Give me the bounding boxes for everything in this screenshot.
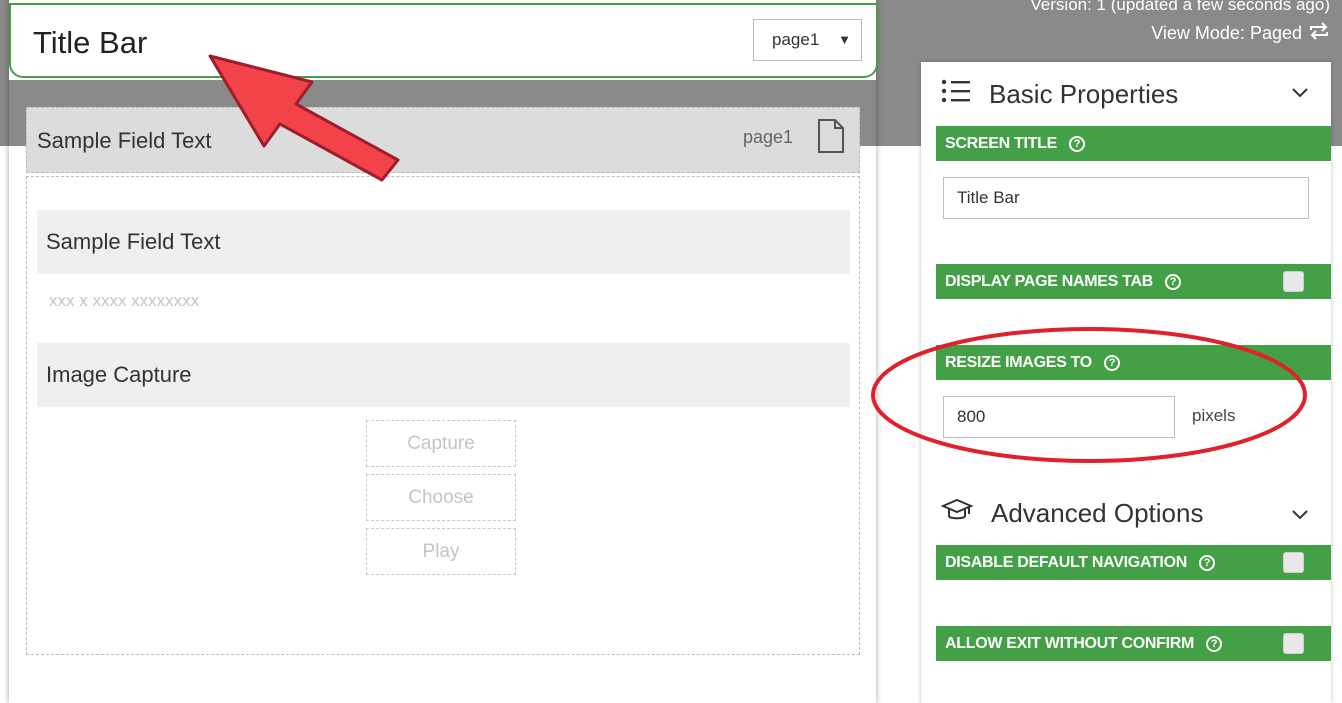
resize-images-input[interactable] <box>943 396 1175 438</box>
disable-navigation-checkbox[interactable] <box>1283 552 1304 573</box>
image-capture-label: Image Capture <box>46 362 192 387</box>
graduation-cap-icon <box>940 498 974 529</box>
allow-exit-section: ALLOW EXIT WITHOUT CONFIRM ? <box>936 626 1331 661</box>
properties-panel: Basic Properties SCREEN TITLE ? DISPLAY … <box>921 62 1331 703</box>
document-icon <box>817 118 845 159</box>
choose-button[interactable]: Choose <box>366 474 516 521</box>
caret-down-icon: ▼ <box>838 32 851 47</box>
resize-images-label: RESIZE IMAGES TO <box>945 353 1092 371</box>
display-page-names-label: DISPLAY PAGE NAMES TAB <box>945 272 1153 290</box>
help-icon[interactable]: ? <box>1068 135 1085 152</box>
list-icon <box>941 79 971 110</box>
resize-images-section: RESIZE IMAGES TO ? <box>936 345 1331 380</box>
basic-properties-header[interactable]: Basic Properties <box>941 79 1316 110</box>
help-icon[interactable]: ? <box>1198 554 1215 571</box>
chevron-down-icon[interactable] <box>1291 86 1309 104</box>
screen-title-input[interactable] <box>943 177 1309 219</box>
chevron-down-icon[interactable] <box>1291 508 1309 526</box>
screen-title-section: SCREEN TITLE ? <box>936 126 1331 161</box>
view-mode-toggle[interactable]: View Mode: Paged <box>1151 22 1330 45</box>
resize-images-unit: pixels <box>1192 406 1236 425</box>
text-field[interactable]: Sample Field Text <box>37 210 850 274</box>
help-icon[interactable]: ? <box>1103 354 1120 371</box>
screen-title-label: SCREEN TITLE <box>945 134 1057 152</box>
allow-exit-checkbox[interactable] <box>1283 633 1304 654</box>
text-field-label: Sample Field Text <box>46 229 221 254</box>
page-header-page-name: page1 <box>742 127 793 147</box>
allow-exit-label: ALLOW EXIT WITHOUT CONFIRM <box>945 634 1195 652</box>
title-bar[interactable]: Title Bar page1 ▼ <box>9 5 878 78</box>
page-select[interactable]: page1 ▼ <box>753 19 862 61</box>
text-field-placeholder: xxx x xxxx xxxxxxxx <box>49 291 200 310</box>
play-button[interactable]: Play <box>366 528 516 575</box>
display-page-names-checkbox[interactable] <box>1283 271 1304 292</box>
help-icon[interactable]: ? <box>1206 635 1223 652</box>
basic-properties-title: Basic Properties <box>989 79 1179 109</box>
version-status: Version: 1 (updated a few seconds ago) <box>1030 0 1330 14</box>
image-capture-field[interactable]: Image Capture <box>37 343 850 407</box>
disable-navigation-label: DISABLE DEFAULT NAVIGATION <box>945 553 1187 571</box>
page-select-value: page1 <box>772 30 820 49</box>
page-header-label: Sample Field Text <box>37 128 212 153</box>
page-header-field[interactable]: Sample Field Text page1 <box>26 107 860 173</box>
advanced-options-title: Advanced Options <box>991 498 1204 528</box>
advanced-options-header[interactable]: Advanced Options <box>940 498 1204 529</box>
repeat-icon <box>1308 22 1330 45</box>
disable-navigation-section: DISABLE DEFAULT NAVIGATION ? <box>936 545 1331 580</box>
display-page-names-section: DISPLAY PAGE NAMES TAB ? <box>936 264 1331 299</box>
view-mode-label: View Mode: Paged <box>1151 23 1302 43</box>
fields-container: Sample Field Text xxx x xxxx xxxxxxxx Im… <box>26 176 860 655</box>
help-icon[interactable]: ? <box>1164 273 1181 290</box>
screen-title[interactable]: Title Bar <box>33 25 147 61</box>
capture-button[interactable]: Capture <box>366 420 516 467</box>
